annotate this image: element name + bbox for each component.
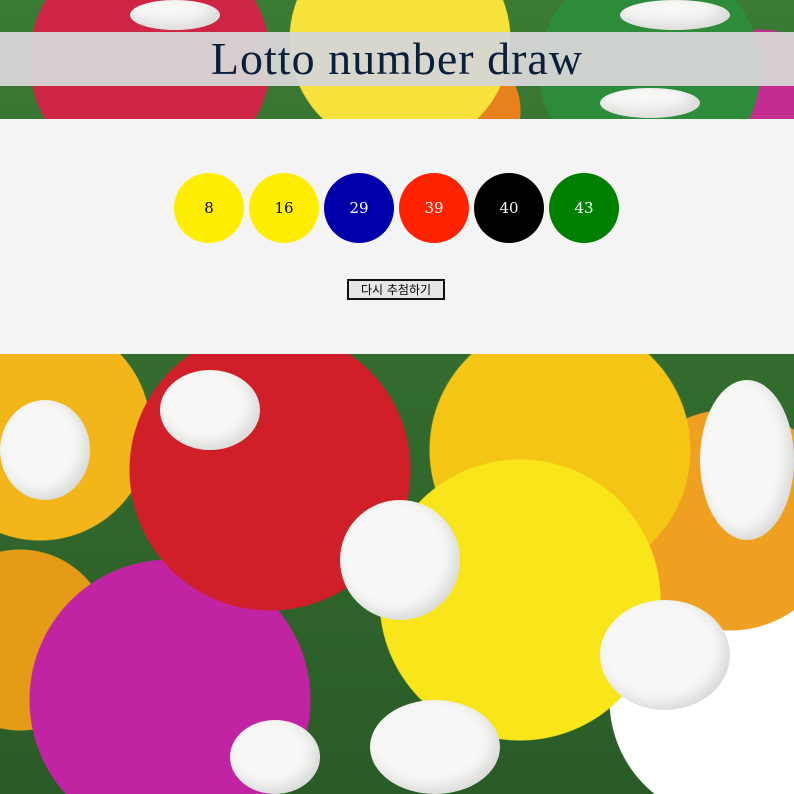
lotto-ball: 8 [174, 173, 244, 243]
lotto-ball: 29 [324, 173, 394, 243]
lotto-ball: 40 [474, 173, 544, 243]
ball-number-spot [160, 370, 260, 450]
ball-number-spot [340, 500, 460, 620]
ball-number-spot [0, 400, 90, 500]
ball-number-spot [370, 700, 500, 794]
lotto-ball: 43 [549, 173, 619, 243]
ball-number-spot [600, 88, 700, 118]
redraw-button[interactable]: 다시 추첨하기 [347, 279, 445, 300]
lotto-ball: 16 [249, 173, 319, 243]
ball-number-spot [700, 380, 794, 540]
title-bar: Lotto number draw [0, 32, 794, 86]
draw-panel: 8 16 29 39 40 43 다시 추첨하기 [0, 119, 794, 354]
ball-number-spot [620, 0, 730, 30]
lotto-ball: 39 [399, 173, 469, 243]
ball-number-spot [230, 720, 320, 794]
page-title: Lotto number draw [210, 33, 584, 84]
drawn-numbers: 8 16 29 39 40 43 [174, 173, 619, 243]
ball-number-spot [130, 0, 220, 30]
ball-number-spot [600, 600, 730, 710]
